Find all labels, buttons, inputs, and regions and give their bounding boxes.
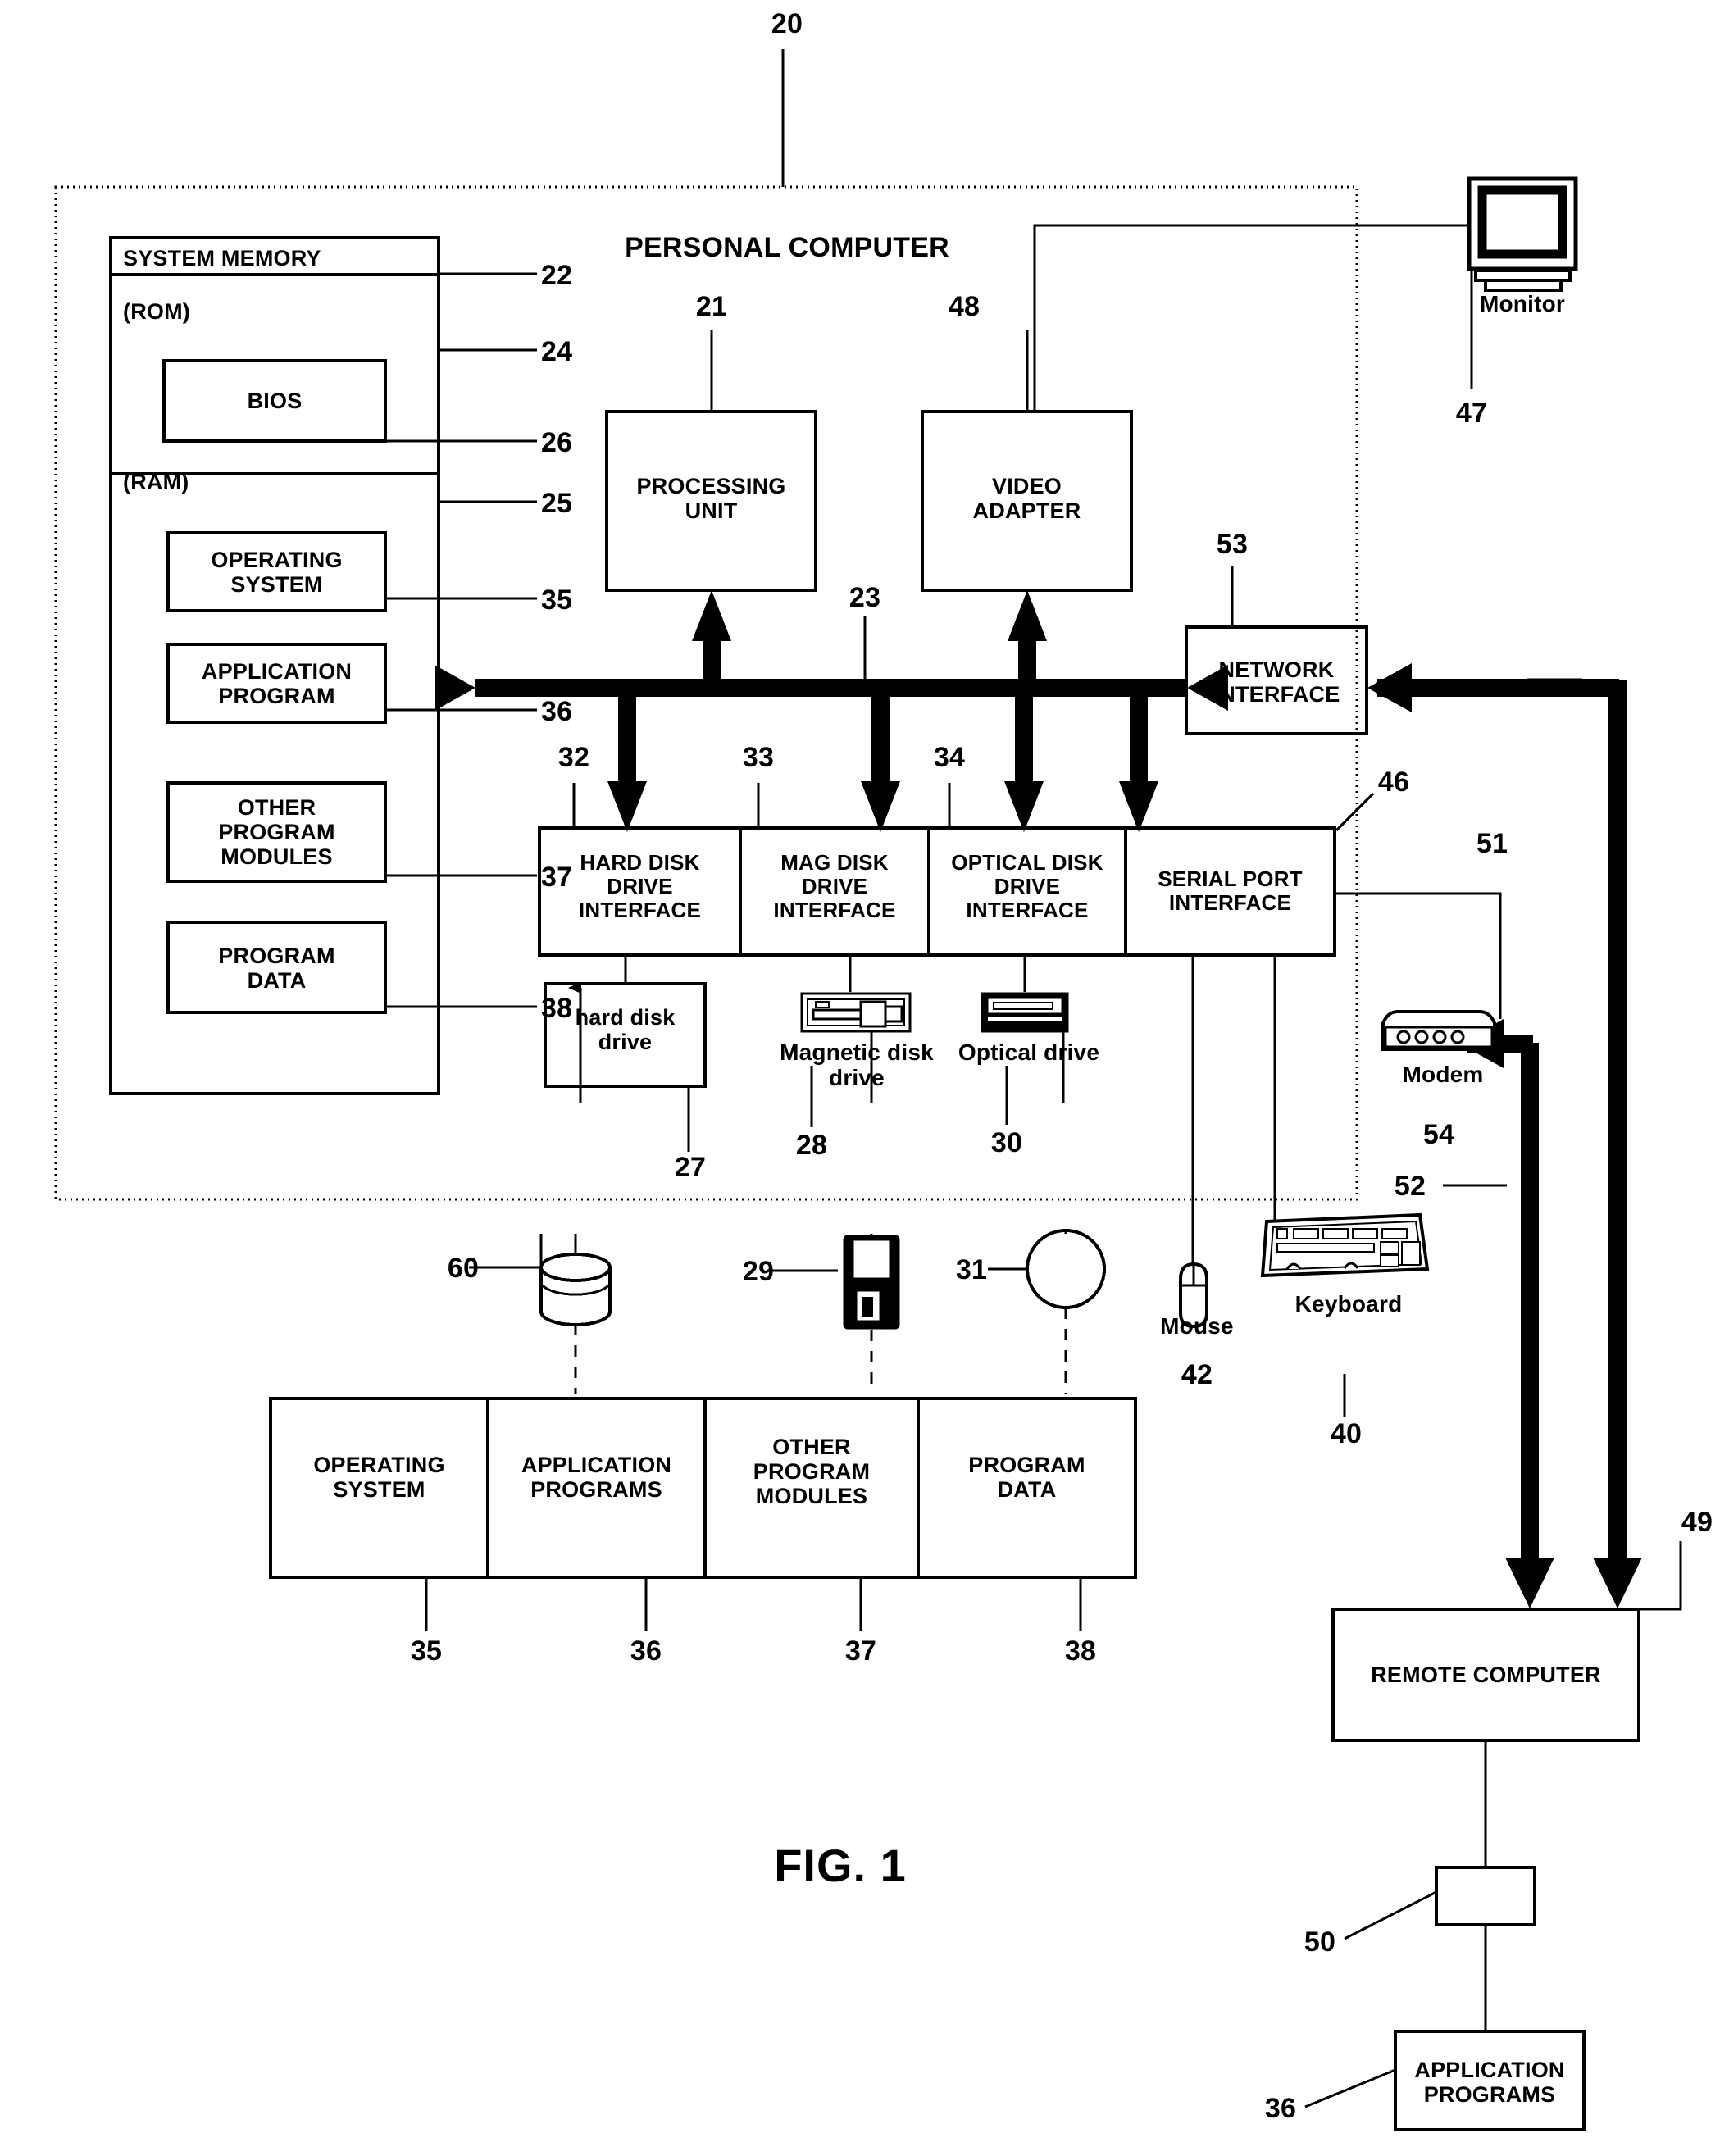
floppy-diskette-glyph — [843, 1235, 900, 1330]
serial-port-interface-label: SERIAL PORT INTERFACE — [1158, 866, 1303, 916]
ref-35-ram: 35 — [541, 584, 573, 616]
video-adapter-label: VIDEO ADAPTER — [972, 474, 1081, 524]
remote-application-programs-label: APPLICATION PROGRAMS — [1414, 2058, 1565, 2108]
ref-34: 34 — [933, 742, 966, 773]
ref-47: 47 — [1455, 398, 1488, 429]
modem-glyph — [1381, 1010, 1496, 1051]
page-title: PERSONAL COMPUTER — [625, 232, 949, 263]
storage-other-program-modules-label: OTHER PROGRAM MODULES — [753, 1435, 871, 1509]
figure-label: FIG. 1 — [774, 1840, 907, 1891]
ref-26: 26 — [541, 427, 573, 458]
ref-24: 24 — [541, 336, 573, 367]
magnetic-drive-glyph — [800, 992, 912, 1033]
mouse-label: Mouse — [1160, 1313, 1234, 1339]
monitor-label: Monitor — [1479, 291, 1566, 316]
ref-25: 25 — [541, 488, 573, 519]
keyboard-glyph — [1260, 1212, 1430, 1278]
modem-label: Modem — [1402, 1062, 1484, 1087]
rom-label: (ROM) — [123, 299, 190, 324]
ram-item-other-program-modules: OTHER PROGRAM MODULES — [218, 795, 335, 870]
ref-36-remote: 36 — [1264, 2093, 1297, 2124]
storage-program-data-label: PROGRAM DATA — [968, 1453, 1085, 1503]
optical-drive-glyph — [981, 992, 1069, 1033]
ref-42: 42 — [1181, 1359, 1213, 1390]
network-interface-label: NETWORK INTERFACE — [1213, 657, 1340, 707]
hard-disk-drive-label: hard disk drive — [575, 1005, 676, 1055]
ref-40: 40 — [1330, 1418, 1363, 1449]
ref-36-storage: 36 — [630, 1635, 662, 1667]
ref-60: 60 — [447, 1253, 480, 1284]
ref-54: 54 — [1422, 1119, 1455, 1150]
keyboard-label: Keyboard — [1294, 1291, 1403, 1317]
storage-application-programs-label: APPLICATION PROGRAMS — [521, 1453, 672, 1503]
ref-20: 20 — [771, 8, 803, 39]
ref-38-storage: 38 — [1064, 1635, 1097, 1667]
ref-49: 49 — [1681, 1507, 1713, 1538]
ref-31: 31 — [955, 1254, 988, 1285]
ref-30: 30 — [990, 1127, 1023, 1158]
ref-33: 33 — [742, 742, 775, 773]
ref-27: 27 — [674, 1152, 707, 1183]
ref-21: 21 — [695, 291, 728, 322]
ref-28: 28 — [795, 1130, 828, 1161]
ref-37-storage: 37 — [844, 1635, 877, 1667]
remote-computer-label: REMOTE COMPUTER — [1371, 1662, 1601, 1687]
optical-drive-label: Optical drive — [958, 1039, 1100, 1065]
mag-disk-drive-interface-label: MAG DISK DRIVE INTERFACE — [773, 850, 896, 923]
ref-32: 32 — [557, 742, 590, 773]
ref-53: 53 — [1216, 529, 1249, 560]
ref-46: 46 — [1377, 766, 1410, 798]
storage-operating-system-label: OPERATING SYSTEM — [313, 1453, 445, 1503]
ram-label: (RAM) — [123, 470, 189, 494]
hard-disk-drive-interface-label: HARD DISK DRIVE INTERFACE — [578, 850, 702, 923]
ram-item-application-program: APPLICATION PROGRAM — [201, 659, 353, 709]
ref-35-storage: 35 — [410, 1635, 443, 1667]
optical-disk-drive-interface-label: OPTICAL DISK DRIVE INTERFACE — [951, 850, 1103, 923]
ref-23-system-bus: 23 — [849, 582, 881, 613]
system-memory-label: SYSTEM MEMORY — [123, 246, 321, 271]
ref-52-wan: 52 — [1394, 1171, 1426, 1202]
bios-label: BIOS — [247, 389, 303, 413]
monitor-glyph — [1467, 176, 1578, 292]
ref-48: 48 — [948, 291, 981, 322]
ref-51-lan: 51 — [1476, 828, 1508, 859]
ref-22: 22 — [541, 260, 573, 291]
processing-unit-label: PROCESSING UNIT — [636, 474, 786, 524]
ref-50: 50 — [1304, 1926, 1336, 1958]
magnetic-disk-drive-label: Magnetic disk drive — [780, 1039, 934, 1091]
patent-figure-canvas: 20 PERSONAL COMPUTER SYSTEM MEMORY 22 (R… — [0, 0, 1729, 2156]
ref-36-ram: 36 — [541, 696, 573, 727]
ram-item-operating-system: OPERATING SYSTEM — [211, 548, 343, 598]
ref-29: 29 — [742, 1256, 775, 1287]
ram-item-program-data: PROGRAM DATA — [218, 944, 335, 994]
